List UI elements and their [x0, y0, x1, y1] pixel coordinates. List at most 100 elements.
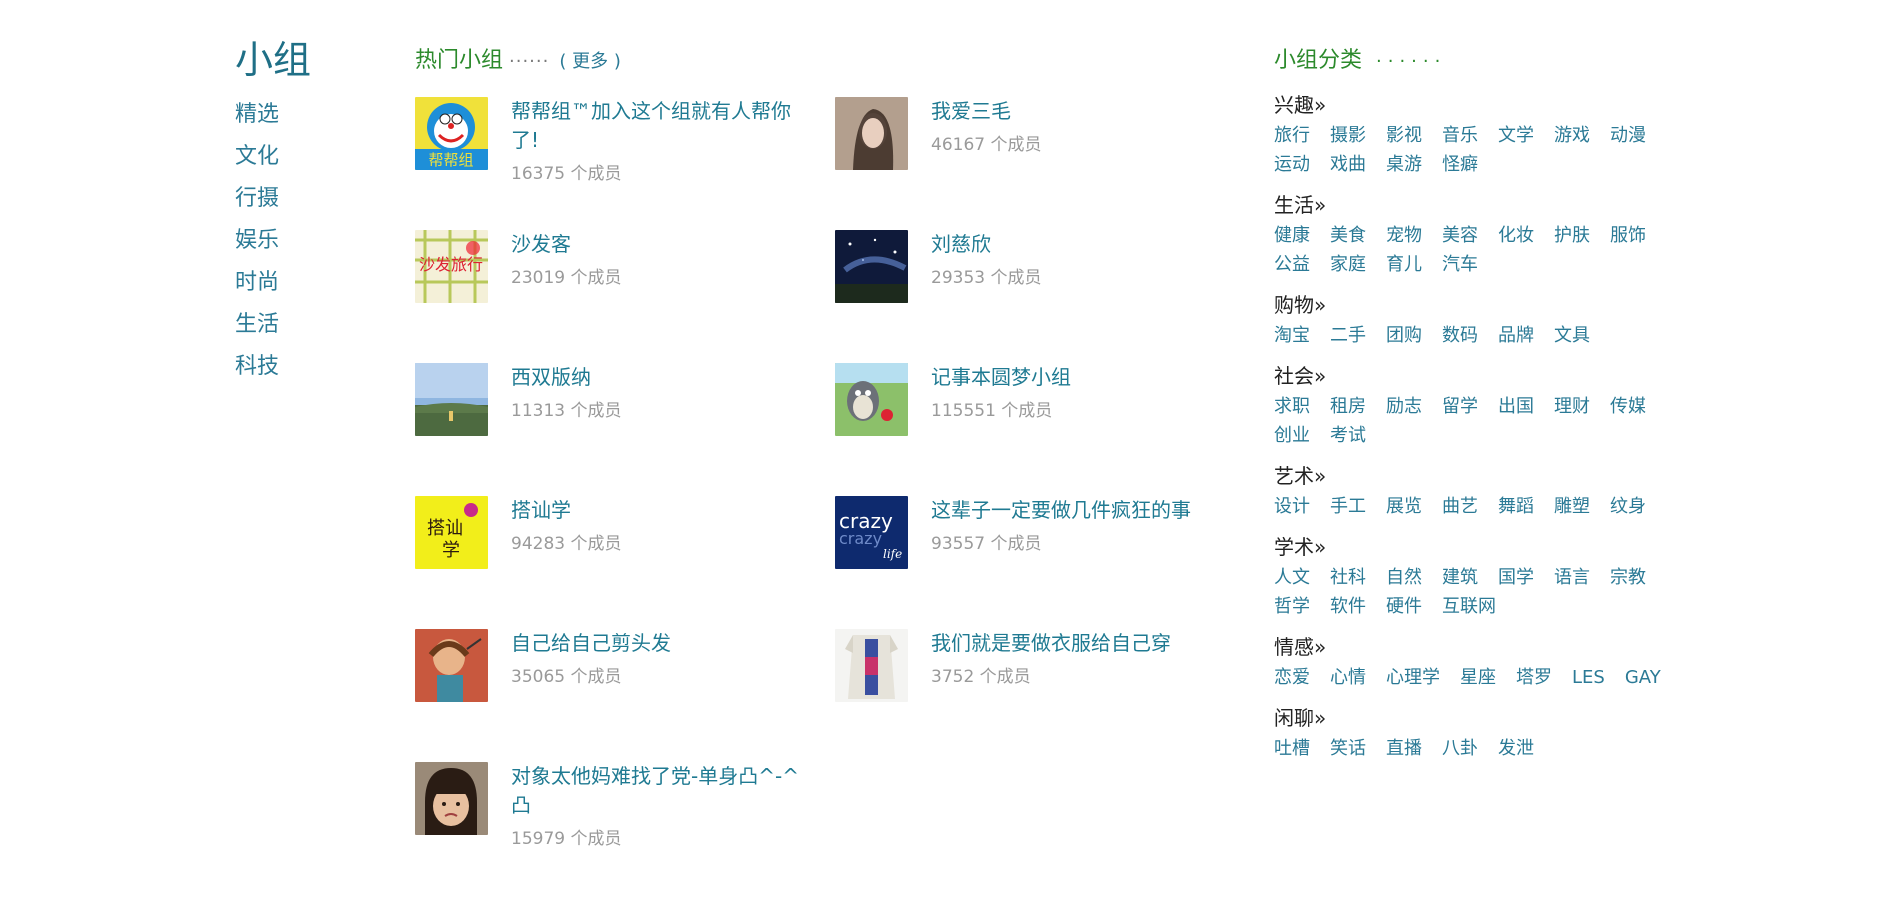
category-tag-link[interactable]: 宗教 [1610, 563, 1646, 592]
category-tag-link[interactable]: 塔罗 [1516, 663, 1552, 692]
category-title-link[interactable]: 生活» [1274, 191, 1714, 219]
totoro-thumb[interactable] [835, 363, 908, 436]
category-tag-link[interactable]: 二手 [1330, 321, 1366, 350]
category-tag-link[interactable]: 恋爱 [1274, 663, 1310, 692]
category-tag-link[interactable]: 软件 [1330, 592, 1366, 621]
category-tag-link[interactable]: 育儿 [1386, 250, 1422, 279]
group-name-link[interactable]: 搭讪学 [511, 496, 621, 525]
group-name-link[interactable]: 这辈子一定要做几件疯狂的事 [931, 496, 1191, 525]
group-item[interactable]: 我爱三毛 46167 个成员 [835, 97, 1235, 230]
category-tag-link[interactable]: 影视 [1386, 121, 1422, 150]
category-tag-link[interactable]: 直播 [1386, 734, 1422, 763]
clothes-thumb[interactable] [835, 629, 908, 702]
category-title-link[interactable]: 闲聊» [1274, 704, 1714, 732]
category-tag-link[interactable]: 国学 [1498, 563, 1534, 592]
nav-item-keji[interactable]: 科技 [235, 346, 395, 388]
category-tag-link[interactable]: 创业 [1274, 421, 1310, 450]
group-item[interactable]: 沙发旅行 沙发客 23019 个成员 [415, 230, 835, 363]
more-link[interactable]: ( 更多 ) [559, 45, 621, 79]
category-tag-link[interactable]: 硬件 [1386, 592, 1422, 621]
category-tag-link[interactable]: 动漫 [1610, 121, 1646, 150]
girl-thumb[interactable] [415, 762, 488, 835]
group-name-link[interactable]: 西双版纳 [511, 363, 621, 392]
category-tag-link[interactable]: LES [1572, 663, 1605, 692]
category-tag-link[interactable]: 哲学 [1274, 592, 1310, 621]
category-tag-link[interactable]: 美食 [1330, 221, 1366, 250]
haircut-thumb[interactable] [415, 629, 488, 702]
category-tag-link[interactable]: 励志 [1386, 392, 1422, 421]
group-item[interactable]: 西双版纳 11313 个成员 [415, 363, 835, 496]
category-tag-link[interactable]: 考试 [1330, 421, 1366, 450]
category-tag-link[interactable]: 笑话 [1330, 734, 1366, 763]
category-tag-link[interactable]: 音乐 [1442, 121, 1478, 150]
category-tag-link[interactable]: 美容 [1442, 221, 1478, 250]
category-tag-link[interactable]: 家庭 [1330, 250, 1366, 279]
category-tag-link[interactable]: 品牌 [1498, 321, 1534, 350]
category-tag-link[interactable]: 文具 [1554, 321, 1590, 350]
category-tag-link[interactable]: 心理学 [1386, 663, 1440, 692]
nav-item-shishang[interactable]: 时尚 [235, 262, 395, 304]
category-tag-link[interactable]: 服饰 [1610, 221, 1646, 250]
category-tag-link[interactable]: 化妆 [1498, 221, 1534, 250]
category-tag-link[interactable]: 理财 [1554, 392, 1590, 421]
category-tag-link[interactable]: 健康 [1274, 221, 1310, 250]
category-tag-link[interactable]: 桌游 [1386, 150, 1422, 179]
nav-item-yule[interactable]: 娱乐 [235, 220, 395, 262]
group-name-link[interactable]: 帮帮组™加入这个组就有人帮你了! [511, 97, 801, 155]
group-name-link[interactable]: 对象太他妈难找了党-单身凸^-^凸 [511, 762, 801, 820]
portrait-thumb[interactable] [835, 97, 908, 170]
category-tag-link[interactable]: 护肤 [1554, 221, 1590, 250]
doraemon-thumb[interactable]: 帮帮组 [415, 97, 488, 170]
category-tag-link[interactable]: 展览 [1386, 492, 1422, 521]
group-name-link[interactable]: 我爱三毛 [931, 97, 1041, 126]
nav-item-shenghuo[interactable]: 生活 [235, 304, 395, 346]
category-tag-link[interactable]: 游戏 [1554, 121, 1590, 150]
category-tag-link[interactable]: 设计 [1274, 492, 1310, 521]
category-tag-link[interactable]: 传媒 [1610, 392, 1646, 421]
category-tag-link[interactable]: 手工 [1330, 492, 1366, 521]
category-tag-link[interactable]: 人文 [1274, 563, 1310, 592]
category-tag-link[interactable]: 宠物 [1386, 221, 1422, 250]
category-tag-link[interactable]: 汽车 [1442, 250, 1478, 279]
category-tag-link[interactable]: 数码 [1442, 321, 1478, 350]
group-name-link[interactable]: 记事本圆梦小组 [931, 363, 1071, 392]
group-item[interactable]: 自己给自己剪头发 35065 个成员 [415, 629, 835, 762]
category-tag-link[interactable]: 怪癖 [1442, 150, 1478, 179]
category-tag-link[interactable]: 出国 [1498, 392, 1534, 421]
category-tag-link[interactable]: 社科 [1330, 563, 1366, 592]
category-title-link[interactable]: 兴趣» [1274, 91, 1714, 119]
category-tag-link[interactable]: 自然 [1386, 563, 1422, 592]
category-tag-link[interactable]: 运动 [1274, 150, 1310, 179]
category-title-link[interactable]: 艺术» [1274, 462, 1714, 490]
category-title-link[interactable]: 社会» [1274, 362, 1714, 390]
category-tag-link[interactable]: 互联网 [1442, 592, 1496, 621]
category-tag-link[interactable]: 建筑 [1442, 563, 1478, 592]
category-tag-link[interactable]: 心情 [1330, 663, 1366, 692]
nav-item-xingshe[interactable]: 行摄 [235, 178, 395, 220]
category-tag-link[interactable]: 求职 [1274, 392, 1310, 421]
nav-item-wenhua[interactable]: 文化 [235, 136, 395, 178]
category-tag-link[interactable]: 曲艺 [1442, 492, 1478, 521]
category-tag-link[interactable]: 公益 [1274, 250, 1310, 279]
starry-night-thumb[interactable] [835, 230, 908, 303]
category-title-link[interactable]: 学术» [1274, 533, 1714, 561]
category-tag-link[interactable]: 文学 [1498, 121, 1534, 150]
category-tag-link[interactable]: 星座 [1460, 663, 1496, 692]
sofa-book-thumb[interactable]: 沙发旅行 [415, 230, 488, 303]
category-tag-link[interactable]: 戏曲 [1330, 150, 1366, 179]
category-tag-link[interactable]: 淘宝 [1274, 321, 1310, 350]
category-tag-link[interactable]: 团购 [1386, 321, 1422, 350]
group-item[interactable]: 搭讪 学 搭讪学 94283 个成员 [415, 496, 835, 629]
category-tag-link[interactable]: 发泄 [1498, 734, 1534, 763]
category-tag-link[interactable]: 纹身 [1610, 492, 1646, 521]
group-item[interactable]: 我们就是要做衣服给自己穿 3752 个成员 [835, 629, 1235, 762]
group-item[interactable]: 对象太他妈难找了党-单身凸^-^凸 15979 个成员 [415, 762, 835, 895]
category-tag-link[interactable]: 租房 [1330, 392, 1366, 421]
category-tag-link[interactable]: 八卦 [1442, 734, 1478, 763]
landscape-thumb[interactable] [415, 363, 488, 436]
crazy-life-thumb[interactable]: crazy crazy life [835, 496, 908, 569]
category-title-link[interactable]: 情感» [1274, 633, 1714, 661]
category-tag-link[interactable]: GAY [1625, 663, 1661, 692]
category-title-link[interactable]: 购物» [1274, 291, 1714, 319]
category-tag-link[interactable]: 雕塑 [1554, 492, 1590, 521]
